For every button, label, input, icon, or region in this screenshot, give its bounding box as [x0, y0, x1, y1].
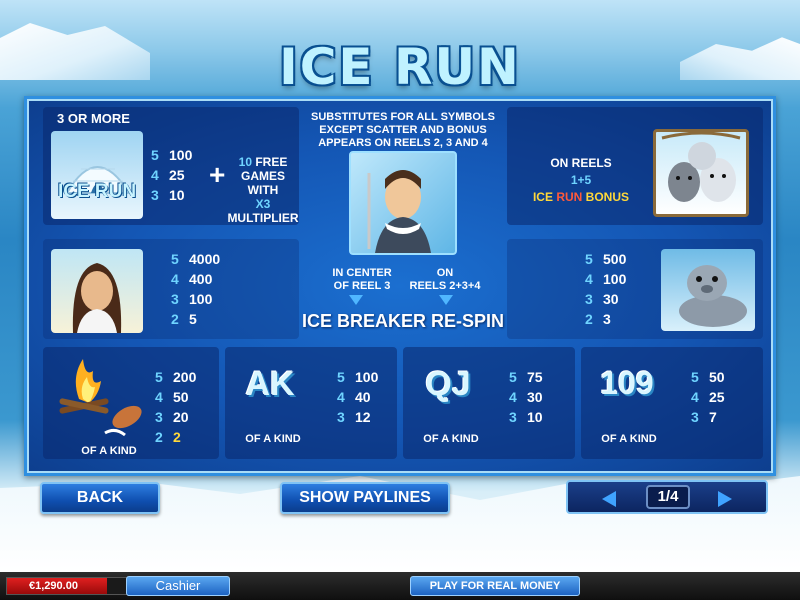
ten-nine-cell: 109 5 50 4 25 37 OF A KIND [581, 347, 763, 459]
pay-row: 5 100 [151, 147, 193, 163]
pay-row: 22 [155, 429, 181, 445]
ak-symbol: AK [245, 365, 295, 403]
girl-symbol [51, 249, 143, 333]
page-indicator: 1/4 [646, 485, 690, 509]
page-navigator: 1/4 [566, 480, 768, 514]
next-page-arrow-icon[interactable] [718, 491, 732, 507]
pay-row: 4 25 [691, 389, 725, 405]
scatter-heading: 3 OR MORE [57, 111, 130, 126]
wild-eskimo-symbol [349, 151, 457, 255]
seal-pays: 5 500 4 100 3 30 23 [585, 249, 626, 329]
pay-row: 3 30 [585, 291, 619, 307]
igloo-scatter-symbol: ICE RUN [51, 131, 143, 219]
pay-row: 4 25 [151, 167, 185, 183]
game-logo: ICE RUN [279, 38, 521, 96]
free-games-text: 10 FREE GAMES WITH X3 MULTIPLIER [227, 155, 299, 225]
chevron-down-icon [439, 295, 453, 305]
balance-value: €1,290.00 [29, 580, 78, 592]
pay-row: 3 12 [337, 409, 371, 425]
show-paylines-button[interactable]: SHOW PAYLINES [280, 482, 450, 514]
pay-row: 5 75 [509, 369, 543, 385]
bottom-bar: €1,290.00 Cashier PLAY FOR REAL MONEY [0, 572, 800, 600]
campfire-symbol [49, 347, 153, 441]
ten-nine-symbol: 109 [600, 365, 654, 401]
feature-title: ICE BREAKER RE-SPIN [301, 311, 505, 331]
pay-row: 3 10 [509, 409, 543, 425]
bonus-text: ON REELS 1+5 ICE RUN BONUS [532, 156, 630, 204]
of-a-kind-caption: OF A KIND [423, 433, 479, 445]
eskimo-boy-icon [367, 170, 431, 253]
pay-row: 5 4000 [171, 251, 221, 267]
pay-row: 5 500 [585, 251, 627, 267]
girl-pays: 5 4000 4 400 3 100 25 [171, 249, 220, 329]
play-for-real-money-button[interactable]: PLAY FOR REAL MONEY [410, 576, 580, 596]
cashier-button[interactable]: Cashier [126, 576, 230, 596]
qj-symbol: QJ [425, 365, 471, 403]
wild-right-label: ON REELS 2+3+4 [409, 267, 481, 292]
chevron-down-icon [349, 295, 363, 305]
ak-cell: AK 5 100 4 40 3 12 OF A KIND [225, 347, 397, 459]
pay-row: 25 [171, 311, 197, 327]
seal-cell: 5 500 4 100 3 30 23 [507, 239, 763, 339]
ten-nine-pays: 5 50 4 25 37 [691, 367, 725, 427]
pay-row: 4 100 [585, 271, 627, 287]
pay-row: 4 400 [171, 271, 213, 287]
paytable-panel: 3 OR MORE ICE RUN 5 100 4 25 3 10 + 10 FREE… [24, 96, 776, 476]
husky-dogs-icon [661, 132, 741, 202]
ak-pays: 5 100 4 40 3 12 [337, 367, 378, 427]
seal-symbol [661, 249, 755, 331]
prev-page-arrow-icon[interactable] [602, 491, 616, 507]
wild-left-label: IN CENTER OF REEL 3 [332, 267, 392, 292]
campfire-fish-icon [59, 359, 142, 437]
pay-row: 4 30 [509, 389, 543, 405]
pay-row: 5 50 [691, 369, 725, 385]
of-a-kind-caption: OF A KIND [245, 433, 301, 445]
pay-row: 5 100 [337, 369, 379, 385]
plus-sign: + [209, 159, 226, 190]
scatter-pays: 5 100 4 25 3 10 [151, 145, 192, 205]
of-a-kind-caption: OF A KIND [81, 445, 137, 457]
pay-row: 5 200 [155, 369, 197, 385]
pay-row: 3 20 [155, 409, 189, 425]
seal-icon [679, 265, 747, 327]
qj-cell: QJ 5 75 4 30 3 10 OF A KIND [403, 347, 575, 459]
girl-cell: 5 4000 4 400 3 100 25 [43, 239, 299, 339]
husky-bonus-symbol [653, 129, 749, 217]
pay-row: 4 40 [337, 389, 371, 405]
eskimo-girl-icon [72, 263, 122, 333]
scatter-cell: 3 OR MORE ICE RUN 5 100 4 25 3 10 + 10 FREE… [43, 107, 299, 225]
back-button[interactable]: BACK [40, 482, 160, 514]
bonus-cell: ON REELS 1+5 ICE RUN BONUS [507, 107, 763, 225]
campfire-pays: 5 200 4 50 3 20 22 [155, 367, 196, 447]
pay-row: 37 [691, 409, 717, 425]
pay-row: 3 100 [171, 291, 213, 307]
qj-pays: 5 75 4 30 3 10 [509, 367, 543, 427]
pay-row: 4 50 [155, 389, 189, 405]
of-a-kind-caption: OF A KIND [601, 433, 657, 445]
igloo-icon [65, 166, 131, 194]
wild-description: SUBSTITUTES FOR ALL SYMBOLS EXCEPT SCATT… [311, 111, 495, 149]
pay-row: 3 10 [151, 187, 185, 203]
campfire-cell: 5 200 4 50 3 20 22 OF A KIND [43, 347, 219, 459]
pay-row: 23 [585, 311, 611, 327]
scatter-symbol-text: ICE RUN [57, 181, 137, 202]
